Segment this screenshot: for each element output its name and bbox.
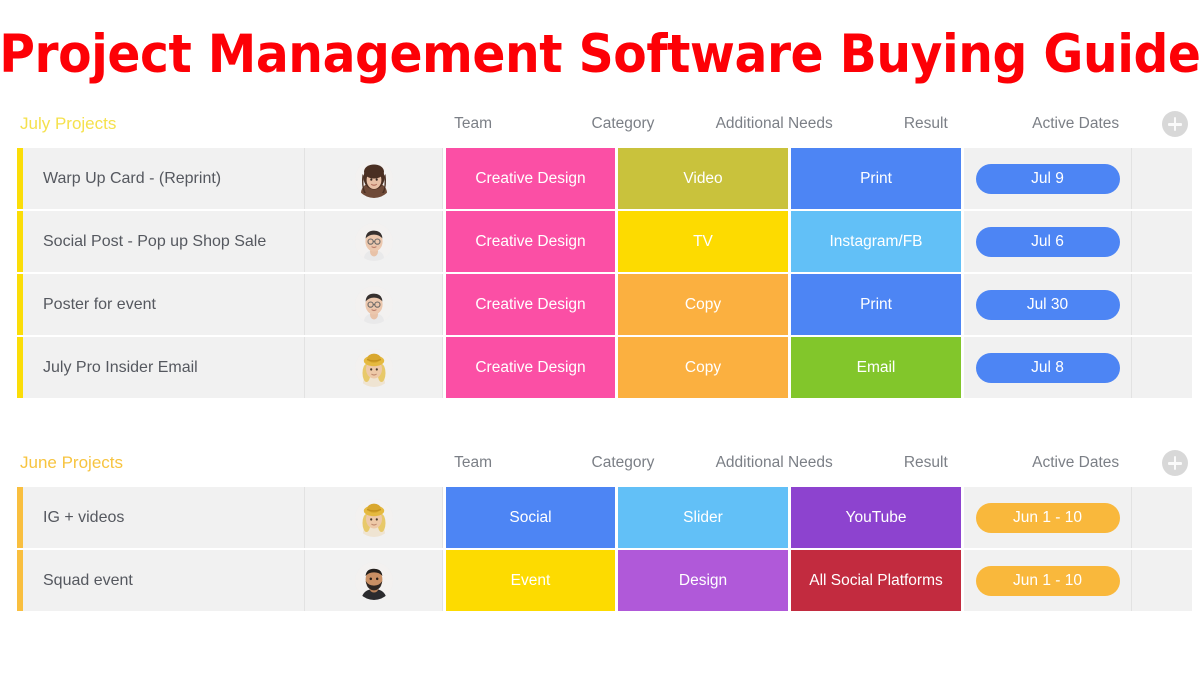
avatar-man-beard[interactable] <box>354 561 393 600</box>
table-row[interactable]: Social Post - Pop up Shop Sale Creative … <box>0 211 1200 272</box>
column-header-team[interactable]: Team <box>398 454 547 472</box>
date-pill[interactable]: Jul 9 <box>975 163 1120 194</box>
section-title-june: June Projects <box>20 453 123 472</box>
column-header-team[interactable]: Team <box>398 115 547 133</box>
result-tag[interactable]: Email <box>791 337 961 398</box>
additional-needs-tag[interactable]: Video <box>618 148 788 209</box>
row-trailing-cell[interactable] <box>1131 337 1192 398</box>
additional-needs-tag[interactable]: Copy <box>618 274 788 335</box>
section-header-june: June Projects Team Category Additional N… <box>0 439 1200 487</box>
date-pill[interactable]: Jun 1 - 10 <box>975 565 1120 596</box>
column-header-active-dates[interactable]: Active Dates <box>1001 454 1150 472</box>
avatar-woman-brown-hair[interactable] <box>354 159 393 198</box>
date-pill[interactable]: Jul 30 <box>975 289 1120 320</box>
additional-needs-tag[interactable]: Slider <box>618 487 788 548</box>
rows-june: IG + videos Social Slider YouTube Jun 1 <box>0 487 1200 613</box>
team-cell[interactable] <box>305 550 443 611</box>
date-pill[interactable]: Jul 8 <box>975 352 1120 383</box>
table-row[interactable]: IG + videos Social Slider YouTube Jun 1 <box>0 487 1200 548</box>
additional-needs-tag[interactable]: TV <box>618 211 788 272</box>
row-trailing-cell[interactable] <box>1131 148 1192 209</box>
project-board: July Projects Team Category Additional N… <box>0 100 1200 647</box>
additional-needs-tag[interactable]: Design <box>618 550 788 611</box>
category-tag[interactable]: Creative Design <box>446 337 615 398</box>
active-dates-cell[interactable]: Jun 1 - 10 <box>964 487 1131 548</box>
row-trailing-cell[interactable] <box>1131 487 1192 548</box>
plus-icon[interactable] <box>1161 111 1188 137</box>
date-pill[interactable]: Jul 6 <box>975 226 1120 257</box>
column-header-additional-needs[interactable]: Additional Needs <box>698 115 850 133</box>
task-name[interactable]: Social Post - Pop up Shop Sale <box>23 211 305 272</box>
active-dates-cell[interactable]: Jul 9 <box>964 148 1131 209</box>
add-column-cell <box>1150 450 1200 476</box>
task-name[interactable]: July Pro Insider Email <box>23 337 305 398</box>
column-header-additional-needs[interactable]: Additional Needs <box>698 454 850 472</box>
bottom-padding <box>0 613 1200 647</box>
section-june-projects: June Projects Team Category Additional N… <box>0 439 1200 613</box>
result-tag[interactable]: All Social Platforms <box>791 550 961 611</box>
task-name[interactable]: Squad event <box>23 550 305 611</box>
active-dates-cell[interactable]: Jun 1 - 10 <box>964 550 1131 611</box>
column-header-active-dates[interactable]: Active Dates <box>1001 115 1150 133</box>
team-cell[interactable] <box>305 211 443 272</box>
category-tag[interactable]: Creative Design <box>446 148 615 209</box>
team-cell[interactable] <box>305 337 443 398</box>
table-row[interactable]: Warp Up Card - (Reprint) Creative Design… <box>0 148 1200 209</box>
avatar-woman-glasses[interactable] <box>354 285 393 324</box>
task-name[interactable]: Warp Up Card - (Reprint) <box>23 148 305 209</box>
active-dates-cell[interactable]: Jul 6 <box>964 211 1131 272</box>
category-tag[interactable]: Creative Design <box>446 274 615 335</box>
section-header-july: July Projects Team Category Additional N… <box>0 100 1200 148</box>
category-tag[interactable]: Event <box>446 550 615 611</box>
date-pill[interactable]: Jun 1 - 10 <box>975 502 1120 533</box>
result-tag[interactable]: YouTube <box>791 487 961 548</box>
row-trailing-cell[interactable] <box>1131 211 1192 272</box>
table-row[interactable]: Poster for event Creative Design Copy Pr… <box>0 274 1200 335</box>
app-root: Project Management Software Buying Guide… <box>0 0 1200 675</box>
active-dates-cell[interactable]: Jul 8 <box>964 337 1131 398</box>
avatar-woman-blonde-hat[interactable] <box>354 498 393 537</box>
team-cell[interactable] <box>305 148 443 209</box>
avatar-woman-glasses[interactable] <box>354 222 393 261</box>
task-name[interactable]: IG + videos <box>23 487 305 548</box>
column-header-result[interactable]: Result <box>850 115 1001 133</box>
row-trailing-cell[interactable] <box>1131 550 1192 611</box>
rows-july: Warp Up Card - (Reprint) Creative Design… <box>0 148 1200 400</box>
team-cell[interactable] <box>305 274 443 335</box>
task-name[interactable]: Poster for event <box>23 274 305 335</box>
column-header-category[interactable]: Category <box>548 115 698 133</box>
page-title-banner: Project Management Software Buying Guide <box>0 0 1200 100</box>
additional-needs-tag[interactable]: Copy <box>618 337 788 398</box>
team-cell[interactable] <box>305 487 443 548</box>
section-title-july: July Projects <box>20 114 117 133</box>
result-tag[interactable]: Print <box>791 274 961 335</box>
result-tag[interactable]: Instagram/FB <box>791 211 961 272</box>
column-header-result[interactable]: Result <box>850 454 1001 472</box>
category-tag[interactable]: Social <box>446 487 615 548</box>
avatar-woman-blonde-hat[interactable] <box>354 348 393 387</box>
active-dates-cell[interactable]: Jul 30 <box>964 274 1131 335</box>
result-tag[interactable]: Print <box>791 148 961 209</box>
page-title: Project Management Software Buying Guide <box>0 23 1200 85</box>
row-trailing-cell[interactable] <box>1131 274 1192 335</box>
table-row[interactable]: Squad event Event Design All Social Plat… <box>0 550 1200 611</box>
column-header-category[interactable]: Category <box>548 454 698 472</box>
category-tag[interactable]: Creative Design <box>446 211 615 272</box>
section-divider <box>0 400 1200 439</box>
plus-icon[interactable] <box>1161 450 1188 476</box>
table-row[interactable]: July Pro Insider Email Creative Design C… <box>0 337 1200 398</box>
add-column-cell <box>1150 111 1200 137</box>
section-july-projects: July Projects Team Category Additional N… <box>0 100 1200 400</box>
